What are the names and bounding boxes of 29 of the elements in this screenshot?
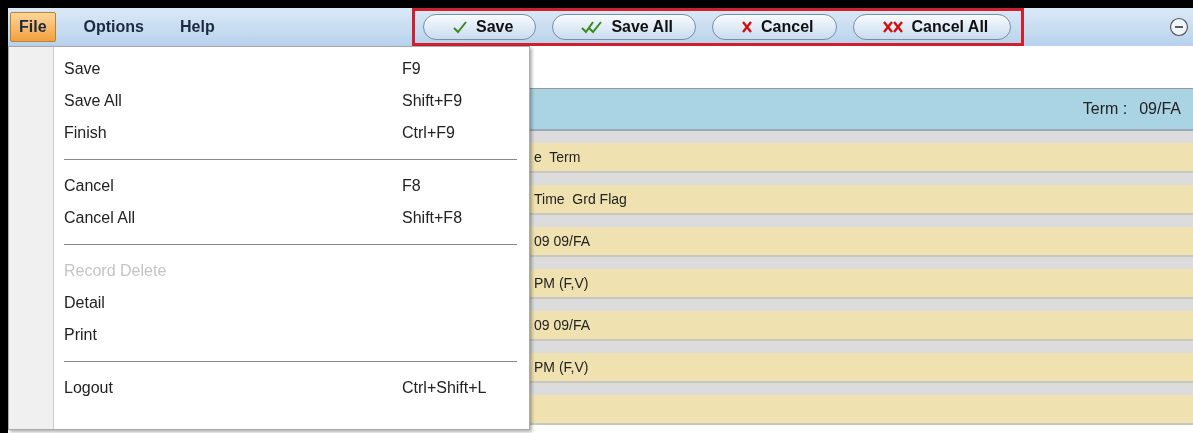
menu-item[interactable]: File [10,12,56,42]
toolbar-button[interactable]: Cancel [712,14,837,40]
menu-entry[interactable]: Cancel F8 [64,170,517,202]
double-cross-icon [881,20,904,34]
menu-entry[interactable]: Finish Ctrl+F9 [64,117,517,149]
row-text: 09 09/FA [534,317,591,333]
cross-icon [741,20,754,34]
toolbar-button[interactable]: Cancel All [852,14,1012,40]
term-label: Term : [1082,100,1128,118]
double-check-icon [581,20,604,34]
row-text: 09 09/FA [534,233,591,249]
check-icon [452,20,468,34]
menu-entry[interactable]: Cancel All Shift+F8 [64,202,517,234]
menu-entry[interactable]: Logout Ctrl+Shift+L [64,372,517,404]
row-text: PM (F,V) [534,359,589,375]
term-value: 09/FA [1139,100,1181,118]
toolbar-button[interactable]: Save All [552,14,697,40]
menu-item[interactable]: Options [75,13,152,41]
row-text: e Term [534,149,581,165]
menu-entry: Record Delete [64,261,168,281]
toolbar-button[interactable]: Save [423,14,537,40]
menu-entry[interactable]: Save All Shift+F9 [64,85,517,117]
collapse-icon[interactable] [1169,17,1189,37]
menu-item[interactable]: Help [172,13,223,41]
row-text: Time Grd Flag [534,191,627,207]
row-text: PM (F,V) [534,275,589,291]
menu-entry[interactable]: Save F9 [64,53,517,85]
menu-entry[interactable]: Print [64,319,517,351]
menu-entry[interactable]: Detail [64,287,517,319]
